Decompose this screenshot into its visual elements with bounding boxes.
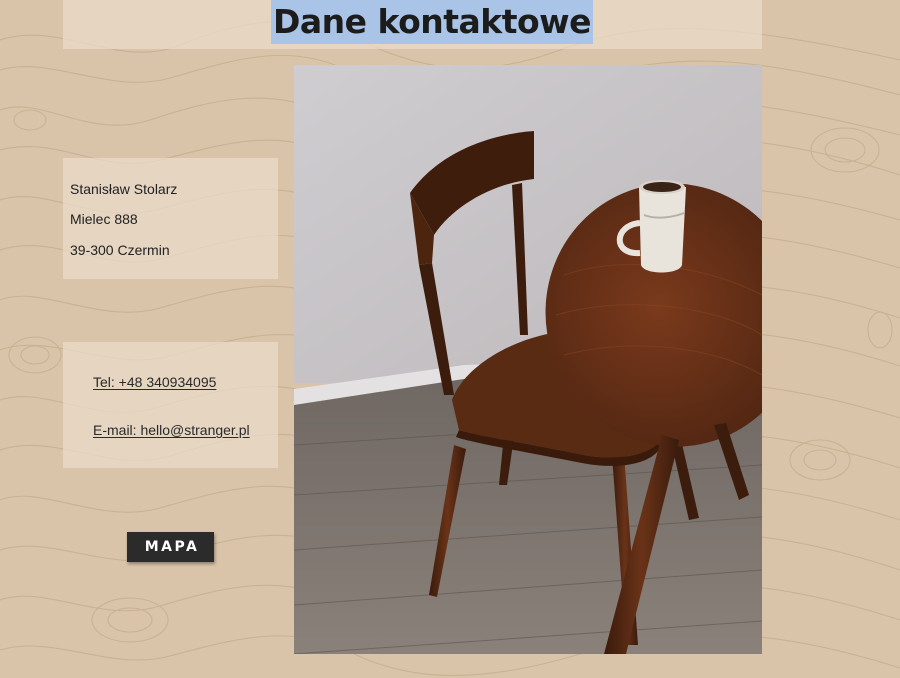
map-button[interactable]: MAPA bbox=[127, 532, 214, 562]
phone-link[interactable]: Tel: +48 340934095 bbox=[93, 373, 216, 391]
contact-card: Tel: +48 340934095 E-mail: hello@strange… bbox=[63, 342, 278, 468]
page-title: Dane kontaktowe bbox=[271, 0, 594, 44]
city-postcode: 39-300 Czermin bbox=[70, 242, 170, 258]
street-address: Mielec 888 bbox=[70, 211, 138, 227]
owner-name: Stanisław Stolarz bbox=[70, 181, 178, 197]
email-link[interactable]: E-mail: hello@stranger.pl bbox=[93, 421, 250, 439]
address-card: Stanisław Stolarz Mielec 888 39-300 Czer… bbox=[63, 158, 278, 279]
wooden-chair-table-photo bbox=[294, 65, 762, 654]
